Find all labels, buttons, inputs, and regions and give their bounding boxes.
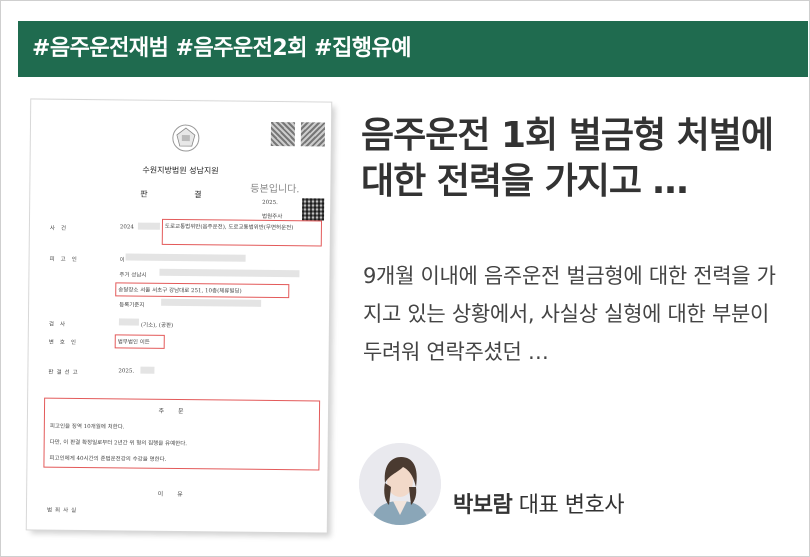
case-label: 사건 — [49, 225, 73, 232]
delivery-address: 송달장소 서울 서초구 강남대로 251, 10층(체류빌딩) — [118, 287, 242, 295]
author-line: 박보람 대표 변호사 — [453, 487, 624, 519]
post-card[interactable]: #음주운전재범 #음주운전2회 #집행유예 수원지방법원 성남지원 판 결 등본… — [0, 0, 810, 557]
prosecutor-label: 검사 — [48, 321, 72, 328]
certified-stamp: 등본입니다. — [250, 183, 300, 196]
delivery-highlight: 송달장소 서울 서초구 강남대로 251, 10층(체류빌딩) — [115, 282, 290, 299]
court-name: 수원지방법원 성남지원 — [142, 165, 219, 176]
court-seal-icon — [172, 124, 200, 152]
author-name: 박보람 — [453, 493, 513, 518]
order-line-2: 다만, 이 판결 확정일로부터 2년간 위 형의 집행을 유예한다. — [49, 439, 188, 448]
lawyer-highlight: 법무법인 이든 — [114, 334, 165, 349]
sentence-date-label: 판결선고 — [48, 369, 81, 376]
article-summary: 9개월 이내에 음주운전 벌금형에 대한 전력을 가지고 있는 상황에서, 사실… — [363, 264, 776, 364]
barcode-icon — [302, 198, 325, 221]
defendant-name: 이 — [119, 257, 125, 264]
article-headline[interactable]: 음주운전 1회 벌금형 처벌에 대한 전력을 가지고 … — [361, 113, 791, 205]
address-label: 주거 성남시 — [119, 272, 147, 279]
order-line-1: 피고인을 징역 10개월에 처한다. — [49, 423, 125, 431]
judgment-document-image: 수원지방법원 성남지원 판 결 등본입니다. 2025. 법원주사 사건 202… — [26, 99, 332, 533]
author-avatar — [359, 443, 441, 525]
lawyer-label: 변호인 — [48, 339, 82, 346]
case-name: 도로교통법위반(음주운전), 도로교통법위반(무면허운전) — [164, 223, 294, 232]
crime-facts-label: 범죄사실 — [46, 507, 80, 514]
hashtag-banner: #음주운전재범 #음주운전2회 #집행유예 — [18, 21, 808, 77]
stamp-year: 2025. — [262, 199, 278, 207]
author-title: 대표 변호사 — [518, 493, 625, 518]
document-title: 판 결 — [140, 189, 224, 200]
registered-address: 등록기준지 — [119, 302, 145, 309]
case-highlight: 도로교통법위반(음주운전), 도로교통법위반(무면허운전) — [161, 218, 323, 247]
qr-code-icon — [270, 121, 296, 147]
case-year: 2024 — [119, 224, 134, 231]
sentence-year: 2025. — [118, 368, 135, 375]
order-line-3: 피고인에게 40시간의 준법운전강의 수강을 명한다. — [49, 455, 167, 463]
defendant-label: 피고인 — [49, 256, 83, 263]
qr-code-icon — [300, 122, 326, 147]
lawyer-name: 법무법인 이든 — [117, 339, 150, 346]
prosecutor-note: (기소), (공판) — [140, 322, 174, 329]
author-photo-icon — [359, 443, 441, 525]
reason-title: 이유 — [157, 490, 197, 499]
clerk-label: 법원주사 — [262, 213, 283, 221]
